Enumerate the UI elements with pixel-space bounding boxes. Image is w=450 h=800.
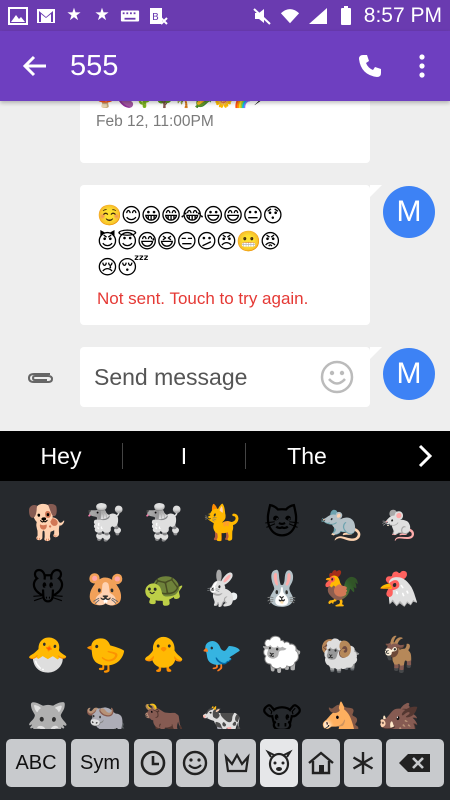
- compose-placeholder: Send message: [94, 364, 248, 390]
- emoji-key[interactable]: 🐩: [78, 495, 134, 551]
- emoji-key[interactable]: 🐗: [371, 693, 427, 729]
- not-sent-status[interactable]: Not sent. Touch to try again.: [97, 289, 308, 309]
- emoji-key[interactable]: 🐃: [78, 693, 134, 729]
- suggestion-hey[interactable]: Hey: [0, 443, 122, 470]
- objects-emoji-key[interactable]: [218, 739, 256, 787]
- message-emoji-row: 😈😇😅😆😑😕😠😬😡: [97, 229, 281, 253]
- star-icon: ★: [94, 5, 110, 25]
- sym-key[interactable]: Sym: [71, 739, 129, 787]
- app-bar: 555: [0, 31, 450, 101]
- emoji-key[interactable]: 🐏: [313, 627, 369, 683]
- emoji-key[interactable]: 🐦: [194, 627, 250, 683]
- conversation-list[interactable]: 🍄🍆🌵🌳🌴🌽🌼🌈⚡ Feb 12, 11:00PM ☺️😊😀😁😂😃😄😐😯 😈😇😅…: [0, 101, 450, 431]
- recent-clock-icon: [140, 750, 166, 776]
- keyboard-icon: [120, 7, 140, 25]
- emoji-key[interactable]: 🐄: [194, 693, 250, 729]
- battery-icon: [336, 5, 356, 25]
- mute-icon: [252, 7, 272, 25]
- emoji-key[interactable]: 🐮: [254, 693, 310, 729]
- attach-button[interactable]: [22, 363, 58, 391]
- emoji-key[interactable]: 🐥: [136, 627, 192, 683]
- emoji-key[interactable]: 🐐: [371, 627, 427, 683]
- star-icon: ★: [66, 5, 82, 25]
- message-bubble[interactable]: 🍄🍆🌵🌳🌴🌽🌼🌈⚡ Feb 12, 11:00PM: [80, 101, 370, 163]
- emoji-key[interactable]: 🐈: [194, 495, 250, 551]
- keyboard-toolbar: ABC Sym: [0, 729, 450, 800]
- suggestion-bar: Hey I The: [0, 431, 450, 481]
- back-button[interactable]: [0, 31, 70, 101]
- animal-icon: [265, 749, 293, 776]
- message-emoji-row: 😢😴: [97, 255, 149, 279]
- status-bar: ★ ★ B 8:57 PM: [0, 0, 450, 31]
- emoji-key[interactable]: 🐁: [371, 495, 427, 551]
- house-icon: [308, 751, 334, 775]
- more-options-button[interactable]: [407, 48, 437, 84]
- more-suggestions-button[interactable]: [410, 441, 440, 471]
- emoji-key[interactable]: 🐩: [136, 495, 192, 551]
- send-avatar[interactable]: M: [383, 348, 435, 400]
- emoji-key[interactable]: 🐂: [136, 693, 192, 729]
- suggestion-the[interactable]: The: [246, 443, 368, 470]
- chevron-right-icon: [418, 444, 433, 468]
- face-icon: [182, 750, 208, 776]
- emoji-grid: 🐕 🐩 🐩 🐈 🐱 🐀 🐁 🐭 🐹 🐢 🐇 🐰 🐓 🐔 🐣 🐤 🐥 🐦 🐑 🐏 🐐 🐺 🐃 🐂 🐄 🐮 🐴 🐗: [0, 489, 450, 729]
- message-bubble-failed[interactable]: ☺️😊😀😁😂😃😄😐😯 😈😇😅😆😑😕😠😬😡 😢😴 Not sent. Touch …: [80, 185, 382, 325]
- faces-emoji-key[interactable]: [176, 739, 214, 787]
- emoji-key[interactable]: 🐇: [194, 561, 250, 617]
- compose-field[interactable]: Send message: [80, 347, 382, 407]
- message-emojis: 🍄🍆🌵🌳🌴🌽🌼🌈⚡: [96, 101, 265, 109]
- gmail-icon: [36, 7, 56, 25]
- emoji-key[interactable]: 🐔: [371, 561, 427, 617]
- keyboard: Hey I The 🐕 🐩 🐩 🐈 🐱 🐀 🐁 🐭 🐹 🐢 🐇 🐰 🐓 🐔 🐣 🐤 🐥 🐦 🐑 🐏 🐐 🐺 🐃 🐂 🐄 🐮 🐴 🐗 A…: [0, 431, 450, 800]
- nature-emoji-key[interactable]: [260, 739, 298, 787]
- message-emoji-row: ☺️😊😀😁😂😃😄😐😯: [97, 203, 283, 227]
- attach-icon: [27, 373, 54, 383]
- back-arrow-icon: [22, 55, 46, 77]
- emoji-key[interactable]: 🐰: [254, 561, 310, 617]
- suggestion-i[interactable]: I: [123, 443, 245, 470]
- gallery-icon: [8, 6, 28, 25]
- backspace-icon: [399, 754, 430, 772]
- avatar[interactable]: M: [383, 186, 435, 238]
- more-vert-icon: [419, 54, 425, 78]
- emoji-key[interactable]: 🐑: [254, 627, 310, 683]
- emoji-key[interactable]: 🐴: [313, 693, 369, 729]
- symbols-emoji-key[interactable]: [344, 739, 382, 787]
- abc-key[interactable]: ABC: [6, 739, 66, 787]
- call-button[interactable]: [352, 48, 388, 84]
- clock-time: 8:57 PM: [363, 3, 442, 27]
- backspace-key[interactable]: [386, 739, 444, 787]
- emoji-key[interactable]: 🐢: [136, 561, 192, 617]
- crown-icon: [224, 752, 250, 773]
- recent-emoji-key[interactable]: [134, 739, 172, 787]
- places-emoji-key[interactable]: [302, 739, 340, 787]
- signal-icon: [308, 7, 328, 25]
- emoji-key[interactable]: 🐹: [78, 561, 134, 617]
- emoji-key[interactable]: 🐭: [20, 561, 76, 617]
- emoji-key[interactable]: 🐓: [313, 561, 369, 617]
- emoji-key[interactable]: 🐱: [254, 495, 310, 551]
- snowflake-icon: [352, 752, 374, 774]
- emoji-key[interactable]: 🐺: [20, 693, 76, 729]
- svg-text:B: B: [152, 12, 159, 23]
- conversation-title: 555: [70, 49, 119, 82]
- emoji-key[interactable]: 🐕: [20, 495, 76, 551]
- wifi-icon: [280, 7, 300, 25]
- phone-icon: [359, 55, 381, 77]
- message-timestamp: Feb 12, 11:00PM: [96, 113, 214, 130]
- smiley-icon[interactable]: [320, 360, 354, 394]
- emoji-key[interactable]: 🐀: [313, 495, 369, 551]
- blocked-icon: B: [148, 7, 168, 25]
- emoji-key[interactable]: 🐣: [20, 627, 76, 683]
- emoji-key[interactable]: 🐤: [78, 627, 134, 683]
